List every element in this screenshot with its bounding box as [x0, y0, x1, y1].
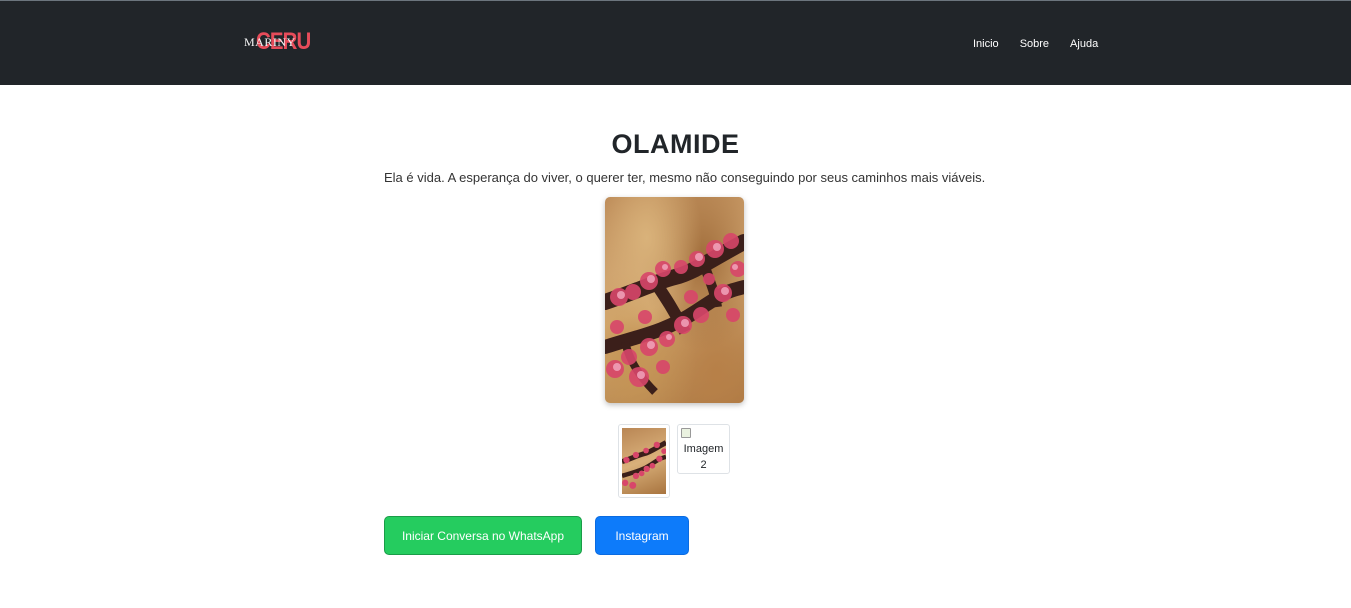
brand-logo[interactable]: CERU MARINY	[244, 28, 311, 56]
main-product-image[interactable]	[605, 197, 744, 403]
nav-link-sobre[interactable]: Sobre	[1020, 38, 1049, 50]
thumbnail-image-1[interactable]	[618, 424, 670, 498]
thumbnail-gallery: Imagem 2	[618, 424, 737, 498]
painting-artwork	[605, 233, 744, 395]
navbar: CERU MARINY Inicio Sobre Ajuda	[0, 0, 1351, 85]
product-description: Ela é vida. A esperança do viver, o quer…	[384, 170, 986, 185]
thumbnail-artwork	[622, 440, 666, 489]
logo-text-front: MARINY	[244, 35, 296, 49]
broken-image-icon	[681, 428, 691, 438]
instagram-button[interactable]: Instagram	[595, 516, 689, 555]
product-title: OLAMIDE	[611, 129, 740, 159]
thumbnail-image-2[interactable]: Imagem 2	[677, 424, 730, 474]
nav-link-ajuda[interactable]: Ajuda	[1070, 38, 1098, 50]
nav-links: Inicio Sobre Ajuda	[973, 38, 1098, 50]
nav-link-inicio[interactable]: Inicio	[973, 38, 999, 50]
whatsapp-button[interactable]: Iniciar Conversa no WhatsApp	[384, 516, 582, 555]
